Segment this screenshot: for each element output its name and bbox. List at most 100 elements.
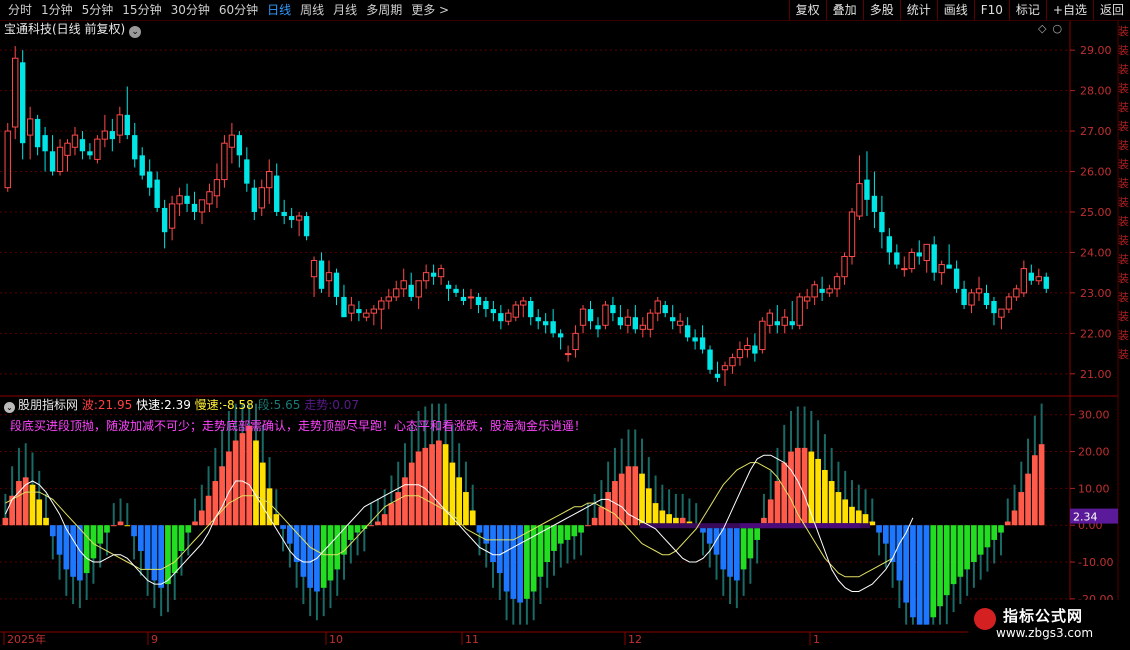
candle-body-up <box>310 260 318 278</box>
candle-body-down <box>886 236 893 253</box>
time-tick-label: 2025年 <box>7 632 46 646</box>
bo-bar <box>930 525 937 618</box>
bo-bar <box>659 510 666 526</box>
candle-body-up <box>393 288 400 298</box>
bo-bar <box>910 525 916 618</box>
bo-bar <box>605 492 612 526</box>
candle-body-up <box>520 300 527 306</box>
candle-body-up <box>759 320 766 351</box>
candle-body-up <box>647 312 654 330</box>
candle-body-down <box>946 264 952 269</box>
circle-icon[interactable]: ○ <box>1052 22 1068 35</box>
candle-body-down <box>124 114 130 136</box>
bo-bar <box>869 521 876 526</box>
candle-body-up <box>624 316 632 326</box>
stock-title[interactable]: 宝通科技(日线 前复权) ⌄ <box>4 22 142 38</box>
bo-bar <box>354 525 361 533</box>
candle-body-down <box>670 317 676 322</box>
bo-bar <box>408 462 415 526</box>
candle-body-down <box>453 288 459 293</box>
bo-bar <box>476 525 483 533</box>
candle-body-up <box>206 191 213 205</box>
candle-body-down <box>587 309 594 322</box>
candle-body-down <box>684 325 691 338</box>
candle-body-up <box>295 215 303 221</box>
bo-bar <box>855 510 862 526</box>
candle-body-up <box>803 296 811 302</box>
bo-bar <box>151 525 158 581</box>
bo-bar <box>801 447 808 526</box>
candle-body-up <box>833 276 841 290</box>
candle-body-down <box>475 296 482 306</box>
bo-bar <box>16 481 22 526</box>
bo-bar <box>815 458 821 526</box>
candle-body-down <box>154 179 160 208</box>
bo-bar <box>43 517 49 526</box>
candle-body-down <box>288 216 295 221</box>
bo-bar <box>266 488 273 526</box>
candle-body-down <box>139 155 145 176</box>
candle-body-down <box>789 321 795 326</box>
bo-bar <box>971 525 977 563</box>
current-value-text: 2.34 <box>1073 511 1098 524</box>
bo-bar <box>747 525 754 559</box>
candle-body-up <box>378 300 385 310</box>
candle-body-up <box>721 365 729 371</box>
candle-body-up <box>221 142 228 181</box>
candle-body-down <box>871 195 878 212</box>
candle-body-up <box>572 332 579 351</box>
bo-bar <box>618 473 625 526</box>
bo-bar <box>104 525 110 533</box>
bo-bar <box>483 525 490 544</box>
bo-bar <box>70 525 76 577</box>
bo-bar <box>232 440 239 526</box>
bo-bar <box>727 525 733 577</box>
candle-body-up <box>512 304 519 318</box>
candle-body-down <box>341 296 347 318</box>
duan-value: 5.65 <box>273 398 301 412</box>
bo-bar <box>36 499 43 526</box>
bo-bar <box>375 521 381 526</box>
candle-body-down <box>132 135 138 160</box>
candle-body-up <box>579 308 587 326</box>
chart-canvas[interactable]: 29.00 28.00 27.00 26.00 25.00 24.00 23.00 22.00… <box>0 0 1130 650</box>
bo-bar <box>185 525 192 533</box>
bo-bar <box>388 503 395 526</box>
time-tick-label: 1 <box>813 633 820 646</box>
candle-body-down <box>707 349 713 370</box>
indicator-name[interactable]: 股朋指标网 <box>18 398 78 412</box>
time-tick-label: 11 <box>465 633 479 646</box>
candle-body-down <box>161 207 168 233</box>
chevron-down-icon[interactable]: ⌄ <box>129 26 142 38</box>
candle-body-down <box>752 345 758 354</box>
candle-body-down <box>147 171 153 188</box>
candle-body-up <box>564 353 572 356</box>
bo-bar <box>158 525 165 588</box>
candle-body-up <box>841 255 848 278</box>
bo-bar <box>165 525 171 585</box>
diamond-icon[interactable]: ◇ <box>1038 22 1052 35</box>
trend-strip <box>740 523 860 529</box>
bo-bar <box>429 444 435 526</box>
candle-body-up <box>729 357 736 367</box>
bo-bar <box>998 525 1004 533</box>
candle-body-up <box>975 288 983 294</box>
chevron-down-icon[interactable]: ⌄ <box>4 402 15 413</box>
bo-bar <box>456 477 463 526</box>
bo-bar <box>1011 510 1018 526</box>
candle-body-down <box>191 203 198 212</box>
candle-body-down <box>109 131 116 140</box>
stock-title-text: 宝通科技(日线 前复权) <box>4 22 126 36</box>
candle-body-up <box>826 288 833 294</box>
bo-bar <box>29 484 36 526</box>
bo-bar <box>273 514 280 526</box>
candle-body-down <box>774 321 780 326</box>
candle-body-up <box>56 146 64 173</box>
price-tick-label: 23.00 <box>1080 287 1112 300</box>
candle-body-down <box>19 62 26 144</box>
bo-bar <box>219 466 225 526</box>
slow-value: -8.58 <box>222 398 254 412</box>
right-side-text: 装装装装装装装装装装装装装装装装装装 <box>1118 25 1129 361</box>
bo-bar <box>767 499 774 526</box>
slow-line <box>5 462 893 578</box>
